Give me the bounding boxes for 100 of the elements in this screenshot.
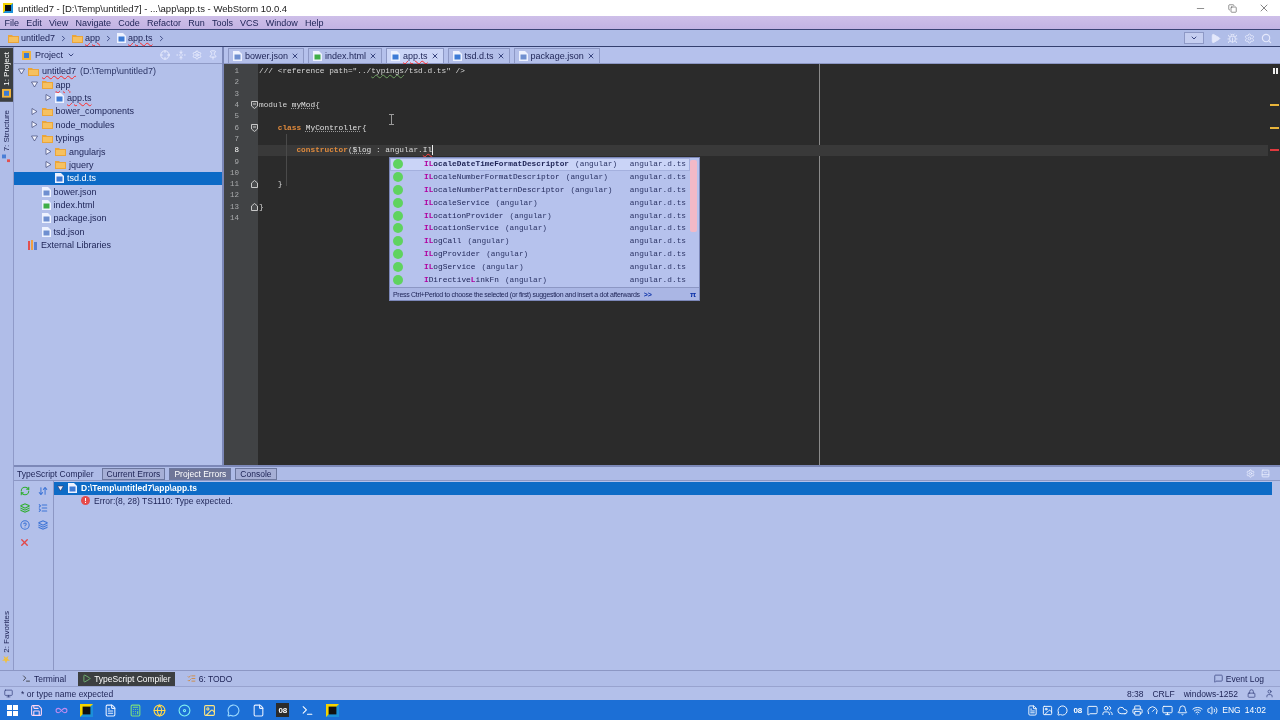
close-icon[interactable] [369,52,378,60]
person-icon[interactable] [1265,689,1274,698]
event-log-button[interactable]: Event Log [1211,671,1266,686]
file-encoding[interactable]: windows-1252 [1183,688,1238,699]
app-logo-icon[interactable] [79,703,93,717]
tree-item[interactable]: package.json [53,213,107,224]
monitor-icon[interactable] [4,689,13,698]
fold-marker-icon[interactable] [250,202,258,211]
disc-icon[interactable] [177,703,191,717]
tree-item[interactable]: typings [55,133,85,144]
menu-item[interactable]: Window [262,16,302,29]
tool-tab[interactable]: Project Errors [169,467,232,480]
menu-item[interactable]: Tools [208,16,237,29]
tree-item[interactable]: app [55,79,71,90]
file-path[interactable]: D:\Temp\untitled7\app\app.ts [81,483,197,494]
tree-arrow-icon[interactable] [31,107,38,115]
fold-marker-icon[interactable] [250,180,258,189]
tool-window-button[interactable]: Terminal [18,671,71,686]
menu-item[interactable]: Refactor [143,16,185,29]
layers-icon[interactable] [37,520,48,530]
tree-item[interactable]: index.html [53,200,95,211]
message-icon[interactable] [1087,704,1099,716]
menu-item[interactable]: File [1,16,23,29]
line-separator[interactable]: CRLF [1152,688,1175,699]
error-message[interactable]: Error:(8, 28) TS1110: Type expected. [94,495,233,506]
tree-item[interactable]: angularjs [69,146,106,157]
menu-item[interactable]: Code [114,16,144,29]
floppy-icon[interactable] [30,703,44,717]
menu-item[interactable]: Edit [22,16,46,29]
tree-item[interactable]: app.ts [67,92,92,103]
menu-item[interactable]: Run [184,16,209,29]
fold-marker-icon[interactable] [250,101,258,110]
globe-icon[interactable] [153,703,167,717]
image-icon[interactable] [202,703,216,717]
document-icon[interactable] [104,703,118,717]
tree-item[interactable]: untitled7 [42,66,77,77]
tool-tab[interactable]: Current Errors [101,467,166,480]
chat-icon[interactable] [227,703,241,717]
editor-tab[interactable]: app.ts [386,48,444,63]
sort-icon[interactable] [37,486,48,496]
fold-marker-icon[interactable] [250,123,258,132]
app-logo-icon[interactable] [3,3,13,13]
file-icon[interactable] [251,703,265,717]
tool-window-tab[interactable]: 7: Structure [0,105,13,167]
caret-position[interactable]: 8:38 [1126,688,1144,699]
close-icon[interactable] [586,52,595,60]
tree-arrow-icon[interactable] [44,148,52,156]
warning-stripe-mark[interactable] [1270,103,1279,106]
breadcrumb[interactable]: app [70,33,103,43]
editor-tab[interactable]: index.html [308,48,383,63]
breadcrumb[interactable]: untitled7 [6,33,58,43]
tree-item[interactable]: bower_components [55,106,135,117]
menu-item[interactable]: View [45,16,72,29]
bell-icon[interactable] [1177,704,1189,716]
error-stripe-mark[interactable] [1270,149,1279,152]
editor-tab[interactable]: tsd.d.ts [447,48,510,63]
tool-window-button[interactable]: 6: TODO [182,671,237,686]
tree-arrow-icon[interactable] [31,121,38,129]
close-icon[interactable] [496,52,505,60]
help-icon[interactable] [19,520,30,530]
app-logo-icon[interactable] [325,703,339,717]
tree-item[interactable]: node_modules [55,119,115,130]
cloud-icon[interactable] [1117,704,1129,716]
menu-item[interactable]: Navigate [71,16,115,29]
calculator-icon[interactable] [128,703,142,717]
tree-item[interactable]: bower.json [53,186,97,197]
people-icon[interactable] [1102,704,1114,716]
terminal-icon[interactable] [300,703,314,717]
gauge-icon[interactable] [1147,704,1159,716]
breadcrumb[interactable]: app.ts [115,33,155,43]
tool-tab[interactable]: Console [235,467,277,480]
collapse-icon[interactable] [37,503,48,513]
tree-arrow-icon[interactable] [31,81,38,89]
printer-icon[interactable] [1132,704,1144,716]
popup-menu-glyph[interactable]: π [689,289,696,299]
document-icon[interactable] [1027,704,1039,716]
tree-item[interactable]: tsd.d.ts [67,173,96,184]
tray-app[interactable]: 08 [1072,705,1084,715]
start-icon[interactable] [6,704,18,716]
tree-item[interactable]: tsd.json [53,226,85,237]
tree-arrow-icon[interactable] [44,94,52,102]
editor-tab[interactable]: package.json [513,48,600,63]
close-icon[interactable] [430,52,439,60]
tree-arrow-icon[interactable] [44,161,52,169]
warning-stripe-mark[interactable] [1270,126,1279,129]
speaker-icon[interactable] [1207,704,1219,716]
taskbar-app[interactable]: 08 [276,703,290,717]
tree-arrow-icon[interactable] [57,484,64,492]
menu-item[interactable]: VCS [236,16,263,29]
monitor-icon[interactable] [1162,704,1174,716]
tree-arrow-icon[interactable] [31,134,38,142]
tree-item[interactable]: jquery [69,159,94,170]
menu-item[interactable]: Help [301,16,328,29]
lock-icon[interactable] [1247,689,1256,698]
tree-item[interactable]: External Libraries [41,240,112,251]
network-icon[interactable] [1192,704,1204,716]
tool-window-button[interactable]: TypeScript Compiler [78,671,175,686]
tool-window-tab[interactable]: 2: Favorites [0,607,13,668]
project-view-dropdown[interactable]: Project [20,50,77,60]
pause-icon[interactable] [1273,68,1278,74]
